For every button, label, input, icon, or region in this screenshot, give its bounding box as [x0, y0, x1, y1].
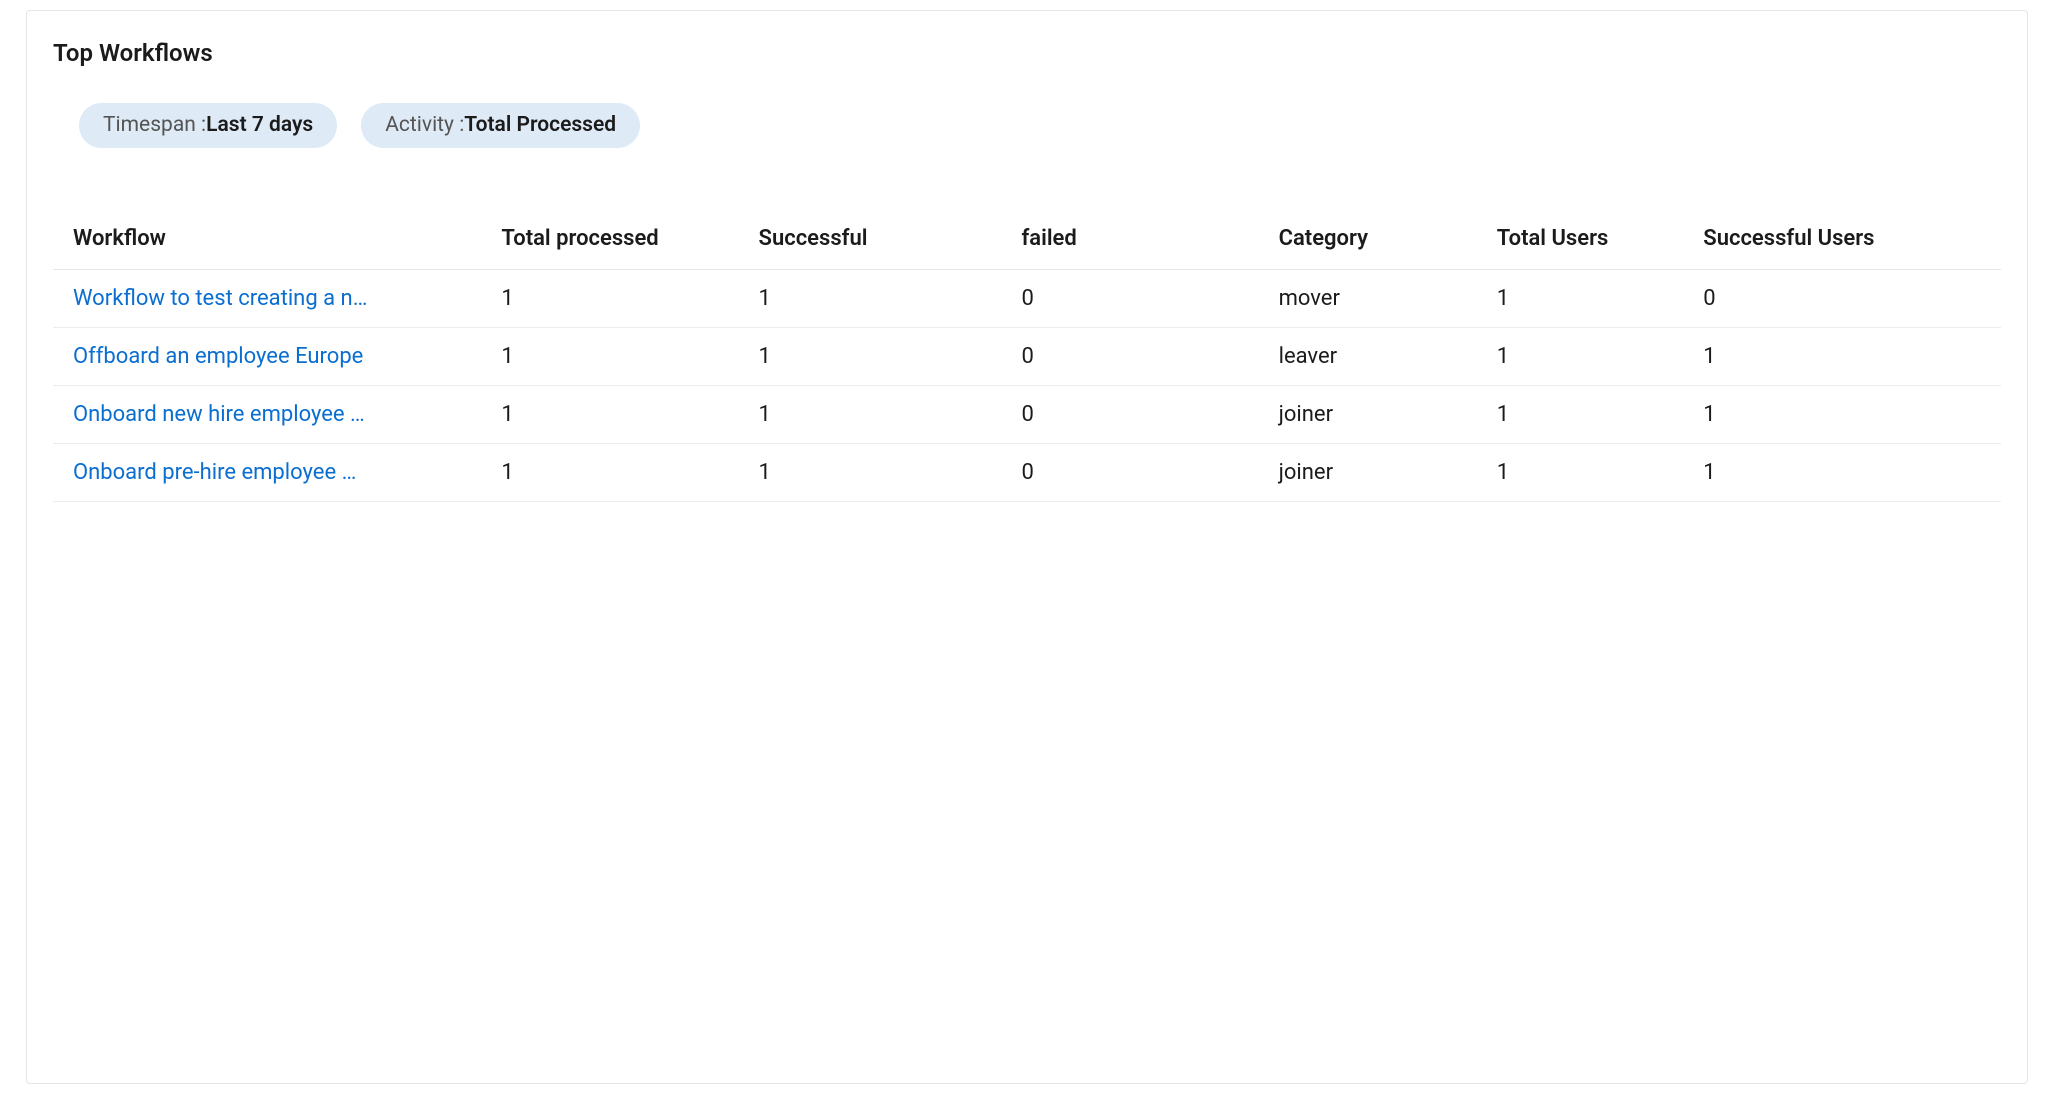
- cell-failed: 0: [1007, 328, 1264, 386]
- workflow-link[interactable]: Workflow to test creating a n…: [73, 286, 367, 311]
- cell-total_processed: 1: [487, 328, 744, 386]
- cell-category: joiner: [1265, 386, 1483, 444]
- workflows-table-body: Workflow to test creating a n…110mover10…: [53, 270, 2001, 502]
- filter-row: Timespan : Last 7 days Activity : Total …: [53, 103, 2001, 148]
- col-workflow[interactable]: Workflow: [53, 212, 487, 270]
- cell-successful: 1: [745, 270, 1008, 328]
- cell-successful_users: 1: [1689, 386, 2001, 444]
- table-row: Offboard an employee Europe110leaver11: [53, 328, 2001, 386]
- cell-total_processed: 1: [487, 270, 744, 328]
- cell-workflow[interactable]: Onboard pre-hire employee …: [53, 444, 487, 502]
- activity-filter-label: Activity :: [385, 113, 464, 138]
- table-row: Onboard new hire employee …110joiner11: [53, 386, 2001, 444]
- workflow-link[interactable]: Offboard an employee Europe: [73, 344, 363, 369]
- cell-successful_users: 1: [1689, 328, 2001, 386]
- cell-total_users: 1: [1483, 270, 1689, 328]
- table-header-row: Workflow Total processed Successful fail…: [53, 212, 2001, 270]
- col-total-processed[interactable]: Total processed: [487, 212, 744, 270]
- cell-workflow[interactable]: Workflow to test creating a n…: [53, 270, 487, 328]
- workflow-link[interactable]: Onboard pre-hire employee …: [73, 460, 356, 485]
- cell-successful_users: 1: [1689, 444, 2001, 502]
- timespan-filter-label: Timespan :: [103, 113, 206, 138]
- activity-filter[interactable]: Activity : Total Processed: [361, 103, 640, 148]
- cell-total_processed: 1: [487, 386, 744, 444]
- top-workflows-card: Top Workflows Timespan : Last 7 days Act…: [26, 10, 2028, 1084]
- table-row: Onboard pre-hire employee …110joiner11: [53, 444, 2001, 502]
- workflows-table: Workflow Total processed Successful fail…: [53, 212, 2001, 502]
- cell-category: mover: [1265, 270, 1483, 328]
- cell-failed: 0: [1007, 386, 1264, 444]
- cell-successful: 1: [745, 328, 1008, 386]
- cell-category: leaver: [1265, 328, 1483, 386]
- cell-total_processed: 1: [487, 444, 744, 502]
- cell-successful: 1: [745, 444, 1008, 502]
- table-row: Workflow to test creating a n…110mover10: [53, 270, 2001, 328]
- cell-total_users: 1: [1483, 328, 1689, 386]
- col-successful-users[interactable]: Successful Users: [1689, 212, 2001, 270]
- timespan-filter-value: Last 7 days: [206, 113, 313, 138]
- col-successful[interactable]: Successful: [745, 212, 1008, 270]
- timespan-filter[interactable]: Timespan : Last 7 days: [79, 103, 337, 148]
- cell-workflow[interactable]: Offboard an employee Europe: [53, 328, 487, 386]
- card-title: Top Workflows: [53, 39, 2001, 67]
- cell-failed: 0: [1007, 270, 1264, 328]
- cell-successful: 1: [745, 386, 1008, 444]
- workflow-link[interactable]: Onboard new hire employee …: [73, 402, 365, 427]
- cell-total_users: 1: [1483, 386, 1689, 444]
- col-failed[interactable]: failed: [1007, 212, 1264, 270]
- cell-total_users: 1: [1483, 444, 1689, 502]
- cell-failed: 0: [1007, 444, 1264, 502]
- col-total-users[interactable]: Total Users: [1483, 212, 1689, 270]
- cell-workflow[interactable]: Onboard new hire employee …: [53, 386, 487, 444]
- activity-filter-value: Total Processed: [464, 113, 616, 138]
- cell-category: joiner: [1265, 444, 1483, 502]
- col-category[interactable]: Category: [1265, 212, 1483, 270]
- cell-successful_users: 0: [1689, 270, 2001, 328]
